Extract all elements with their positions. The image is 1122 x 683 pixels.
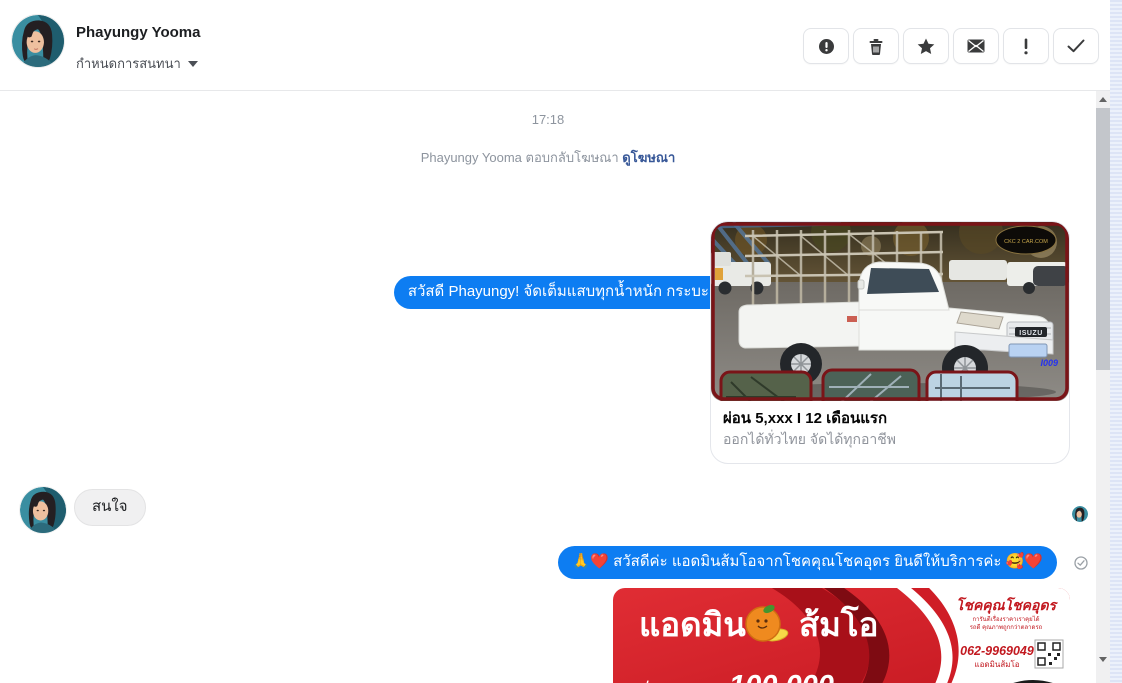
incoming-message-bubble: สนใจ	[74, 489, 146, 526]
mark-unread-button[interactable]	[953, 28, 999, 64]
delete-button[interactable]	[853, 28, 899, 64]
discount-label: ส่วนลดสูงสุด	[639, 679, 712, 683]
conversation-title: Phayungy Yooma	[76, 24, 201, 41]
qr-code	[1034, 639, 1064, 669]
admin-label: แอดมินส้มโอ	[974, 659, 1019, 669]
ad-attachment-card[interactable]: ISUZU CKC 2 CAR.COM I009 ผ่อน 5,xxx I 12…	[710, 221, 1070, 464]
promo-banner-image[interactable]: ​ แอดมิน ส้มโอ ส่วนลดสูงสุด 100,000 โชคค…	[613, 588, 1070, 683]
scroll-down-button[interactable]	[1096, 650, 1110, 668]
message-sent-icon	[1074, 556, 1088, 575]
banner-tagline-2: รถดี คุณภาพถูกกว่าตลาดรถ	[970, 623, 1043, 631]
scrollbar-thumb[interactable]	[1096, 108, 1110, 370]
truck-brand-badge: ISUZU	[1019, 330, 1043, 337]
avatar[interactable]	[12, 15, 64, 67]
flag-button[interactable]	[903, 28, 949, 64]
conversation-actions	[803, 28, 1099, 64]
trash-icon	[869, 38, 883, 55]
discount-value: 100,000	[729, 670, 834, 683]
check-icon	[1067, 39, 1085, 53]
ad-card-info: ผ่อน 5,xxx I 12 เดือนแรก ออกได้ทั่วไทย จ…	[711, 401, 1069, 463]
sender-avatar[interactable]	[20, 487, 66, 533]
read-receipt-avatar	[1072, 506, 1088, 522]
report-icon	[818, 38, 834, 54]
phone-number: 062-9969049	[960, 644, 1034, 658]
conversation-header: Phayungy Yooma กำหนดการสนทนา	[0, 0, 1110, 91]
window-edge-strip	[1110, 0, 1122, 683]
banner-tagline-1: การันตีเรื่องราคาเราคุยได้	[972, 615, 1039, 623]
vertical-scrollbar[interactable]	[1096, 90, 1110, 683]
triangle-down-icon	[1099, 656, 1107, 662]
reply-note-text: ตอบกลับโฆษณา	[521, 150, 623, 165]
star-icon	[917, 38, 935, 54]
avatar-image	[20, 487, 66, 533]
ad-card-title: ผ่อน 5,xxx I 12 เดือนแรก	[723, 410, 888, 427]
view-ad-link[interactable]: ดูโฆษณา	[622, 150, 675, 165]
label-dropdown-text: กำหนดการสนทนา	[76, 56, 181, 71]
chevron-down-icon	[187, 60, 198, 67]
follow-up-button[interactable]	[1003, 28, 1049, 64]
ad-reply-note: Phayungy Yooma ตอบกลับโฆษณา ดูโฆษณา	[0, 147, 1096, 168]
banner-title-left: แอดมิน	[639, 606, 746, 643]
listing-code: I009	[1040, 358, 1058, 368]
truck-photo[interactable]: ISUZU CKC 2 CAR.COM I009	[711, 222, 1069, 401]
scroll-up-button[interactable]	[1096, 90, 1110, 108]
mark-as-spam-button[interactable]	[803, 28, 849, 64]
timestamp: 17:18	[531, 112, 565, 127]
exclamation-icon	[1024, 38, 1028, 54]
dealer-watermark: CKC 2 CAR.COM	[1004, 239, 1048, 245]
reply-note-name: Phayungy Yooma	[420, 150, 522, 165]
triangle-up-icon	[1099, 96, 1107, 102]
envelope-icon	[967, 39, 985, 53]
ad-card-subtitle: ออกได้ทั่วไทย จัดได้ทุกอาชีพ	[723, 431, 897, 447]
outgoing-message-bubble: 🙏❤️ สวัสดีค่ะ แอดมินส้มโอจากโชคคุณโชคอุด…	[557, 546, 1057, 579]
shop-name: โชคคุณโชคอุดร	[956, 596, 1059, 614]
label-dropdown[interactable]: กำหนดการสนทนา	[76, 53, 198, 74]
mark-done-button[interactable]	[1053, 28, 1099, 64]
photo-thumbnails	[719, 368, 1019, 401]
banner-title-right: ส้มโอ	[799, 605, 878, 643]
avatar-image	[12, 15, 64, 67]
